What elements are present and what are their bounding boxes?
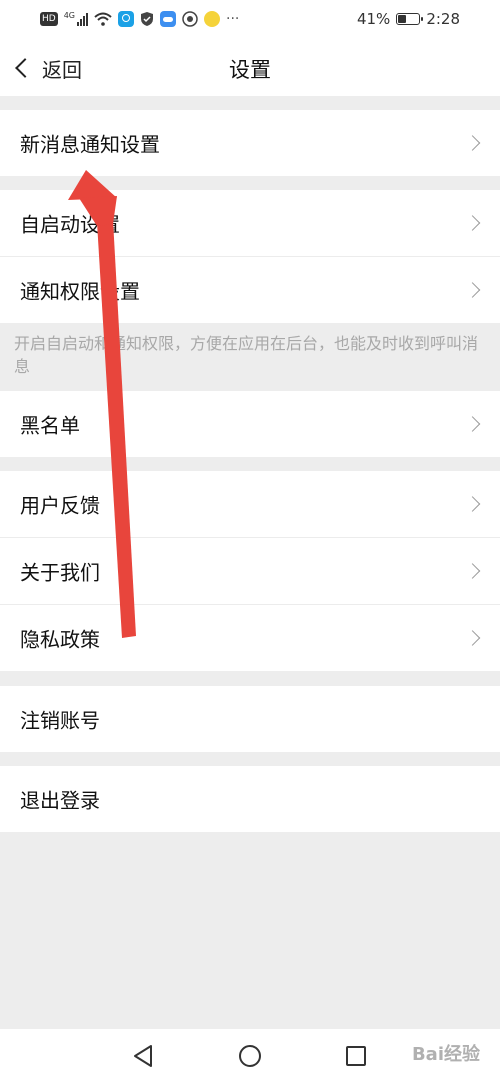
status-bar: HD 4G ··· 41% 2:28 [0, 0, 500, 40]
back-triangle-icon[interactable] [131, 1043, 157, 1069]
shield-icon [141, 12, 153, 26]
row-label: 新消息通知设置 [20, 132, 160, 157]
permission-hint-text: 开启自启动和通知权限，方便在应用在后台，也能及时收到呼叫消息 [14, 334, 479, 376]
status-left-icons: HD 4G ··· [40, 9, 239, 29]
signal-icon: 4G [64, 12, 88, 26]
chevron-right-icon [464, 630, 481, 646]
row-label: 用户反馈 [20, 493, 100, 518]
row-label: 自启动设置 [20, 212, 120, 237]
chevron-right-icon [464, 135, 481, 151]
row-label: 退出登录 [20, 788, 100, 813]
row-auto-start[interactable]: 自启动设置 [0, 190, 500, 256]
chevron-left-icon [15, 58, 35, 78]
chevron-right-icon [464, 215, 481, 231]
emoji-app-icon [204, 11, 220, 27]
cloud-icon [160, 11, 176, 27]
row-label: 关于我们 [20, 560, 100, 585]
network-type: 4G [63, 11, 75, 20]
status-time: 2:28 [426, 10, 460, 28]
hd-icon: HD [40, 12, 58, 26]
settings-screen: HD 4G ··· 41% 2:28 设置 返回 新消息通知设置 自启动设置 通… [0, 0, 500, 1083]
wifi-icon [94, 12, 112, 26]
row-cancel-account[interactable]: 注销账号 [0, 686, 500, 752]
watermark-logo: Bai经验 [411, 1044, 480, 1065]
chevron-right-icon [464, 282, 481, 298]
home-circle-icon[interactable] [237, 1043, 263, 1069]
row-new-message-notification[interactable]: 新消息通知设置 [0, 110, 500, 176]
search-app-icon [118, 11, 134, 27]
chevron-right-icon [464, 496, 481, 512]
title-bar: 设置 返回 [0, 40, 500, 96]
row-feedback[interactable]: 用户反馈 [0, 471, 500, 537]
row-label: 黑名单 [20, 413, 80, 438]
more-dots-icon: ··· [226, 11, 240, 27]
row-privacy-policy[interactable]: 隐私政策 [0, 605, 500, 671]
back-button[interactable]: 返回 [10, 48, 82, 88]
status-right: 41% 2:28 [357, 9, 460, 29]
row-notification-permission[interactable]: 通知权限设置 [0, 257, 500, 323]
row-label: 隐私政策 [20, 627, 100, 652]
row-blacklist[interactable]: 黑名单 [0, 391, 500, 457]
battery-percent: 41% [356, 10, 391, 28]
battery-icon [396, 13, 424, 25]
battery-fill [398, 15, 407, 23]
row-label: 注销账号 [20, 708, 100, 733]
back-label: 返回 [42, 57, 82, 82]
row-label: 通知权限设置 [20, 279, 140, 304]
recents-square-icon[interactable] [343, 1043, 369, 1069]
chevron-right-icon [464, 563, 481, 579]
row-about-us[interactable]: 关于我们 [0, 538, 500, 604]
row-logout[interactable]: 退出登录 [0, 766, 500, 832]
chevron-right-icon [464, 416, 481, 432]
chrome-icon [182, 11, 198, 27]
